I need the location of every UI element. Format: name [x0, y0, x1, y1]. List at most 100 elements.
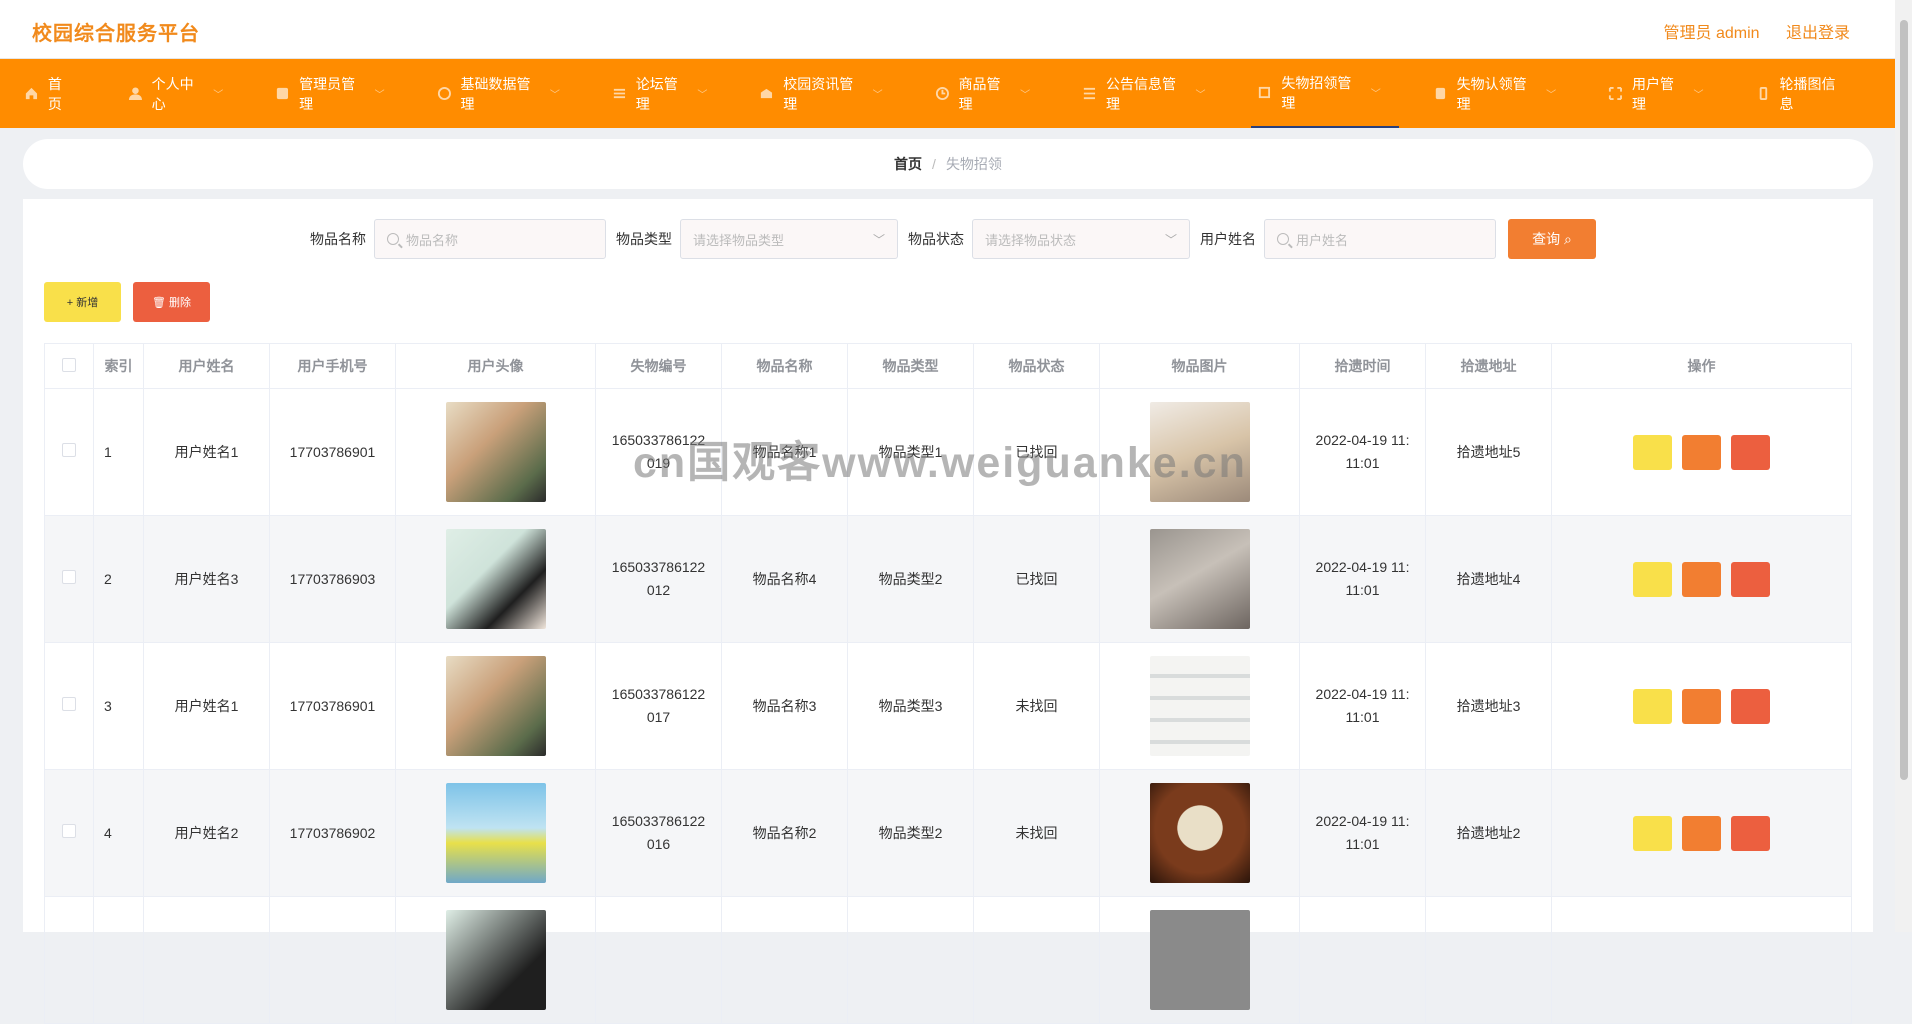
nav-users[interactable]: 用户管理 ﹀ — [1602, 59, 1721, 128]
edit-button[interactable] — [1682, 561, 1721, 597]
view-button[interactable] — [1633, 688, 1672, 724]
col-status: 物品状态 — [973, 343, 1100, 389]
lost-found-table: 索引 用户姓名 用户手机号 用户头像 失物编号 物品名称 物品类型 物品状态 物… — [44, 343, 1852, 1024]
view-button[interactable] — [1633, 561, 1672, 597]
breadcrumb-current: 失物招领 — [945, 156, 1002, 172]
search-icon — [387, 233, 399, 245]
user-icon — [128, 87, 142, 101]
admin-label[interactable]: 管理员 admin — [1664, 25, 1760, 42]
edit-button[interactable] — [1682, 815, 1721, 851]
cell-time: 2022-04-19 11: 11:01 — [1299, 769, 1426, 897]
nav-goods[interactable]: 商品管理 ﹀ — [929, 59, 1048, 128]
item-image — [1149, 656, 1250, 756]
cell-index: 1 — [93, 388, 144, 516]
cell-ops — [1551, 642, 1852, 770]
cell-index — [93, 896, 144, 1024]
query-button[interactable]: 查询 ⌕ — [1508, 219, 1596, 259]
row-checkbox[interactable] — [62, 442, 76, 457]
cell-user: 用户姓名2 — [143, 769, 270, 897]
edit-button[interactable] — [1682, 688, 1721, 724]
select-all-cell[interactable] — [44, 343, 94, 389]
cell-address: 拾遗地址3 — [1425, 642, 1552, 770]
col-address: 拾遗地址 — [1425, 343, 1552, 389]
col-phone: 用户手机号 — [269, 343, 396, 389]
search-form: 物品名称 物品名称 物品类型 请选择物品类型 ﹀ 物品状态 请选择物品状态 ﹀ 用户… — [23, 219, 1873, 259]
item-status-select[interactable]: 请选择物品状态 ﹀ — [972, 219, 1190, 259]
nav-label: 首页 — [47, 75, 62, 112]
col-code: 失物编号 — [595, 343, 722, 389]
row-checkbox[interactable] — [62, 823, 76, 838]
cell-ops — [1551, 515, 1852, 643]
table-row — [44, 896, 1852, 1024]
logout-link[interactable]: 退出登录 — [1786, 25, 1850, 42]
code-line-2: 012 — [646, 582, 671, 598]
time-line-1: 2022-04-19 11: — [1315, 813, 1410, 829]
breadcrumb-home[interactable]: 首页 — [894, 154, 922, 174]
row-select-cell[interactable] — [44, 642, 94, 770]
row-select-cell[interactable] — [44, 515, 94, 643]
nav-claim[interactable]: 失物认领管理 ﹀ — [1427, 59, 1574, 128]
cell-time: 2022-04-19 11: 11:01 — [1299, 388, 1426, 516]
delete-button[interactable]: 🗑 删除 — [133, 282, 210, 322]
claim-icon — [1435, 87, 1445, 100]
cell-ops — [1551, 388, 1852, 516]
avatar-image — [445, 783, 546, 883]
cell-code: 165033786122 012 — [595, 515, 722, 643]
edit-button[interactable] — [1682, 434, 1721, 470]
item-image — [1149, 910, 1250, 1010]
code-line-1: 165033786122 — [611, 559, 706, 575]
user-name-input[interactable]: 用户姓名 — [1264, 219, 1496, 259]
cell-phone: 17703786901 — [269, 388, 396, 516]
nav-label: 商品管理 — [958, 75, 1001, 112]
cell-ops — [1551, 896, 1852, 1024]
nav-home[interactable]: 首页 — [18, 59, 94, 128]
nav-label: 管理员管理 — [299, 75, 356, 112]
delete-row-button[interactable] — [1731, 815, 1770, 851]
view-button[interactable] — [1633, 815, 1672, 851]
chevron-down-icon: ﹀ — [1546, 90, 1557, 101]
nav-campus-news[interactable]: 校园资讯管理 ﹀ — [753, 59, 900, 128]
nav-personal-center[interactable]: 个人中心 ﹀ — [122, 59, 241, 128]
delete-row-button[interactable] — [1731, 434, 1770, 470]
nav-label: 个人中心 — [151, 75, 194, 112]
cell-status: 已找回 — [973, 515, 1100, 643]
row-select-cell[interactable] — [44, 896, 94, 1024]
row-checkbox[interactable] — [62, 569, 76, 584]
item-image — [1149, 529, 1250, 629]
row-select-cell[interactable] — [44, 388, 94, 516]
code-line-1: 165033786122 — [611, 432, 706, 448]
cell-address: 拾遗地址2 — [1425, 769, 1552, 897]
item-name-input[interactable]: 物品名称 — [374, 219, 606, 259]
cell-image — [1099, 769, 1300, 897]
item-type-select[interactable]: 请选择物品类型 ﹀ — [680, 219, 898, 259]
delete-row-button[interactable] — [1731, 688, 1770, 724]
cell-index: 4 — [93, 769, 144, 897]
view-button[interactable] — [1633, 434, 1672, 470]
select-all-checkbox[interactable] — [62, 357, 76, 372]
nav-base-data[interactable]: 基础数据管理 ﹀ — [431, 59, 578, 128]
scrollbar-thumb[interactable] — [1900, 20, 1908, 780]
cell-status: 未找回 — [973, 769, 1100, 897]
cell-avatar — [395, 896, 596, 1024]
nav-carousel[interactable]: 轮播图信息 — [1750, 59, 1867, 128]
nav-lost-found[interactable]: 失物招领管理 ﹀ — [1251, 59, 1399, 128]
users-icon — [1609, 86, 1623, 101]
nav-admin-manage[interactable]: 管理员管理 ﹀ — [269, 59, 402, 128]
row-select-cell[interactable] — [44, 769, 94, 897]
nav-label: 失物招领管理 — [1281, 74, 1352, 111]
select-placeholder: 请选择物品状态 — [985, 232, 1077, 248]
add-button[interactable]: + 新增 — [44, 282, 121, 322]
cell-address — [1425, 896, 1552, 1024]
nav-forum[interactable]: 论坛管理 ﹀ — [606, 59, 725, 128]
row-checkbox[interactable] — [62, 696, 76, 711]
time-line-1: 2022-04-19 11: — [1315, 559, 1410, 575]
cell-phone: 17703786901 — [269, 642, 396, 770]
cell-image — [1099, 515, 1300, 643]
top-right-links: 管理员 admin 退出登录 — [1642, 19, 1851, 43]
chevron-down-icon: ﹀ — [1370, 89, 1381, 100]
forum-icon — [613, 88, 625, 99]
page-scrollbar[interactable] — [1895, 0, 1912, 932]
nav-notice[interactable]: 公告信息管理 ﹀ — [1076, 59, 1223, 128]
delete-row-button[interactable] — [1731, 561, 1770, 597]
chevron-down-icon: ﹀ — [1195, 90, 1206, 101]
